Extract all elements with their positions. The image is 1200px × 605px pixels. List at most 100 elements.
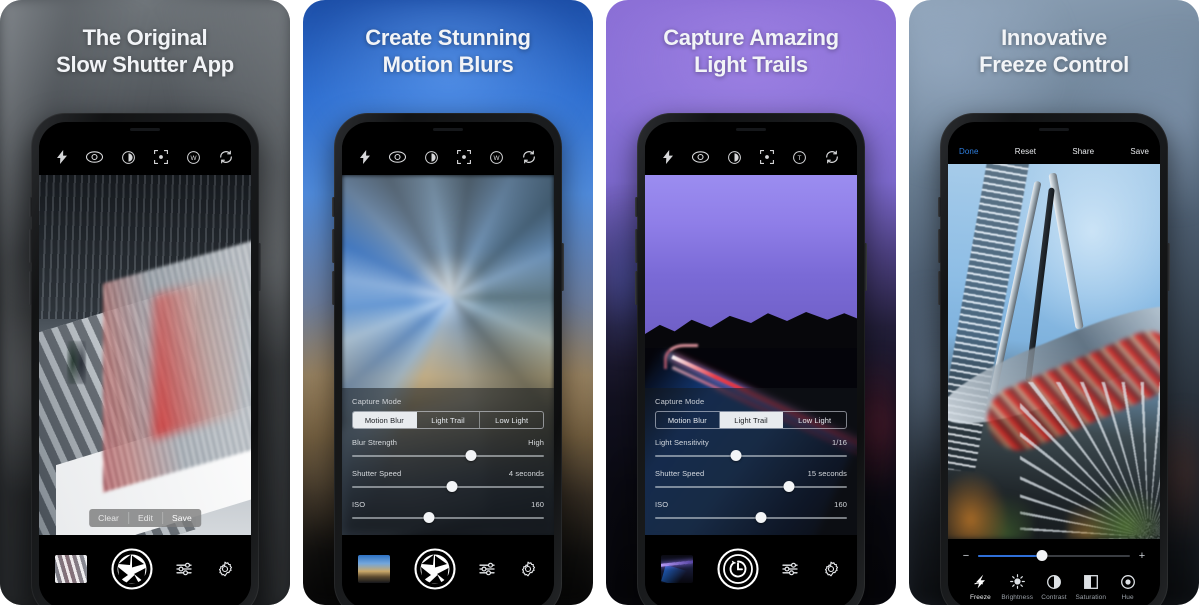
editor-top-navbar: Done Reset Share Save (948, 139, 1160, 164)
mode-low-light[interactable]: Low Light (783, 412, 846, 428)
save-button[interactable]: Save (163, 509, 201, 527)
screenshot-card-motion-blur: Create Stunning Motion Blurs W Capture M… (303, 0, 593, 605)
subway-motion-blur-photo (39, 175, 251, 535)
mode-light-trail[interactable]: Light Trail (417, 412, 481, 428)
editor-bottom-toolbar: − + Freeze Brightness Contrast Saturatio… (948, 539, 1160, 605)
camera-viewfinder[interactable]: Capture Mode Motion Blur Light Trail Low… (645, 175, 857, 535)
flash-icon[interactable] (359, 150, 370, 164)
freeze-amount-slider[interactable]: − + (962, 549, 1146, 563)
earpiece-speaker (433, 128, 463, 131)
mode-motion-blur[interactable]: Motion Blur (353, 412, 417, 428)
phone-mute-switch (332, 197, 335, 217)
eye-icon[interactable] (85, 151, 103, 163)
flash-icon[interactable] (56, 150, 67, 164)
exposure-icon[interactable] (727, 150, 741, 164)
tool-hue[interactable]: Hue (1109, 574, 1146, 601)
screenshot-card-original: The Original Slow Shutter App W Clear Ed… (0, 0, 290, 605)
focus-brackets-icon[interactable] (154, 150, 168, 164)
shutter-speed-slider[interactable] (352, 481, 544, 493)
increase-icon[interactable]: + (1138, 550, 1146, 562)
timer-shutter-button[interactable] (717, 548, 759, 590)
photo-thumbnail[interactable] (358, 555, 390, 583)
tele-lens-icon[interactable]: T (793, 150, 807, 164)
settings-gear-icon[interactable] (217, 561, 233, 577)
shutter-speed-slider[interactable] (655, 481, 847, 493)
phone-screen: W Clear Edit Save (39, 122, 251, 605)
reset-button[interactable]: Reset (1015, 147, 1036, 156)
exposure-icon[interactable] (121, 150, 135, 164)
setting-value: 4 seconds (508, 469, 544, 478)
done-button[interactable]: Done (959, 147, 979, 156)
iso-slider[interactable] (352, 512, 544, 524)
eye-icon[interactable] (691, 151, 709, 163)
adjustments-icon[interactable] (176, 562, 193, 576)
phone-volume-up-button (332, 229, 335, 263)
camera-viewfinder[interactable]: Capture Mode Motion Blur Light Trail Low… (342, 175, 554, 535)
light-sensitivity-slider[interactable] (655, 450, 847, 462)
setting-label: Blur Strength (352, 438, 398, 447)
save-button[interactable]: Save (1130, 147, 1149, 156)
mode-low-light[interactable]: Low Light (480, 412, 543, 428)
mode-light-trail[interactable]: Light Trail (719, 412, 784, 428)
settings-gear-icon[interactable] (823, 561, 839, 577)
phone-mute-switch (938, 197, 941, 217)
decrease-icon[interactable]: − (962, 550, 970, 562)
app-store-screenshot-gallery: The Original Slow Shutter App W Clear Ed… (0, 0, 1200, 605)
phone-mockup: T Capture Mode Motion Blur Light Trail L… (635, 113, 867, 605)
photo-thumbnail[interactable] (661, 555, 693, 583)
svg-text:W: W (494, 155, 501, 162)
settings-gear-icon[interactable] (520, 561, 536, 577)
tool-contrast[interactable]: Contrast (1036, 574, 1073, 601)
screenshot-card-freeze-control: Innovative Freeze Control Done Reset Sha… (909, 0, 1199, 605)
eye-icon[interactable] (388, 151, 406, 163)
tool-brightness[interactable]: Brightness (999, 574, 1036, 601)
tool-freeze[interactable]: Freeze (962, 574, 999, 601)
phone-notch (96, 122, 194, 139)
setting-row-light-sensitivity: Light Sensitivity 1/16 (655, 438, 847, 447)
setting-row-shutter-speed: Shutter Speed 15 seconds (655, 469, 847, 478)
edit-button[interactable]: Edit (129, 509, 162, 527)
focus-brackets-icon[interactable] (760, 150, 774, 164)
capture-settings-panel: Capture Mode Motion Blur Light Trail Low… (645, 388, 857, 535)
clear-button[interactable]: Clear (89, 509, 128, 527)
earpiece-speaker (130, 128, 160, 131)
wide-lens-icon[interactable]: W (187, 150, 201, 164)
mode-motion-blur[interactable]: Motion Blur (656, 412, 720, 428)
share-button[interactable]: Share (1072, 147, 1094, 156)
phone-mockup: W Capture Mode Motion Blur Light Trail L… (332, 113, 564, 605)
flash-icon[interactable] (662, 150, 673, 164)
editor-image-preview[interactable] (948, 164, 1160, 539)
phone-volume-up-button (938, 229, 941, 263)
blur-strength-slider[interactable] (352, 450, 544, 462)
camera-top-toolbar: T (645, 139, 857, 175)
iso-slider[interactable] (655, 512, 847, 524)
flip-camera-icon[interactable] (825, 150, 839, 164)
editor-tool-strip: Freeze Brightness Contrast Saturation Hu… (962, 574, 1146, 601)
clear-edit-save-toolbar: Clear Edit Save (89, 509, 201, 527)
flip-camera-icon[interactable] (522, 150, 536, 164)
setting-value: 1/16 (832, 438, 847, 447)
page-title: Innovative Freeze Control (909, 24, 1199, 79)
adjustments-icon[interactable] (479, 562, 496, 576)
camera-viewfinder[interactable]: Clear Edit Save (39, 175, 251, 535)
setting-label: Shutter Speed (352, 469, 402, 478)
shutter-button[interactable] (111, 548, 153, 590)
tool-saturation[interactable]: Saturation (1072, 574, 1109, 601)
setting-value: 15 seconds (807, 469, 847, 478)
tool-label: Brightness (1001, 594, 1034, 601)
photo-thumbnail[interactable] (55, 555, 87, 583)
svg-text:W: W (191, 155, 198, 162)
focus-brackets-icon[interactable] (457, 150, 471, 164)
shutter-button[interactable] (414, 548, 456, 590)
brightness-icon (1009, 574, 1025, 589)
page-title: Create Stunning Motion Blurs (303, 24, 593, 79)
phone-volume-up-button (29, 229, 32, 263)
phone-volume-down-button (29, 271, 32, 305)
tool-label: Saturation (1075, 594, 1107, 601)
wide-lens-icon[interactable]: W (490, 150, 504, 164)
flip-camera-icon[interactable] (219, 150, 233, 164)
headline-line-2: Freeze Control (979, 52, 1129, 78)
exposure-icon[interactable] (424, 150, 438, 164)
phone-mockup: W Clear Edit Save (29, 113, 261, 605)
adjustments-icon[interactable] (782, 562, 799, 576)
